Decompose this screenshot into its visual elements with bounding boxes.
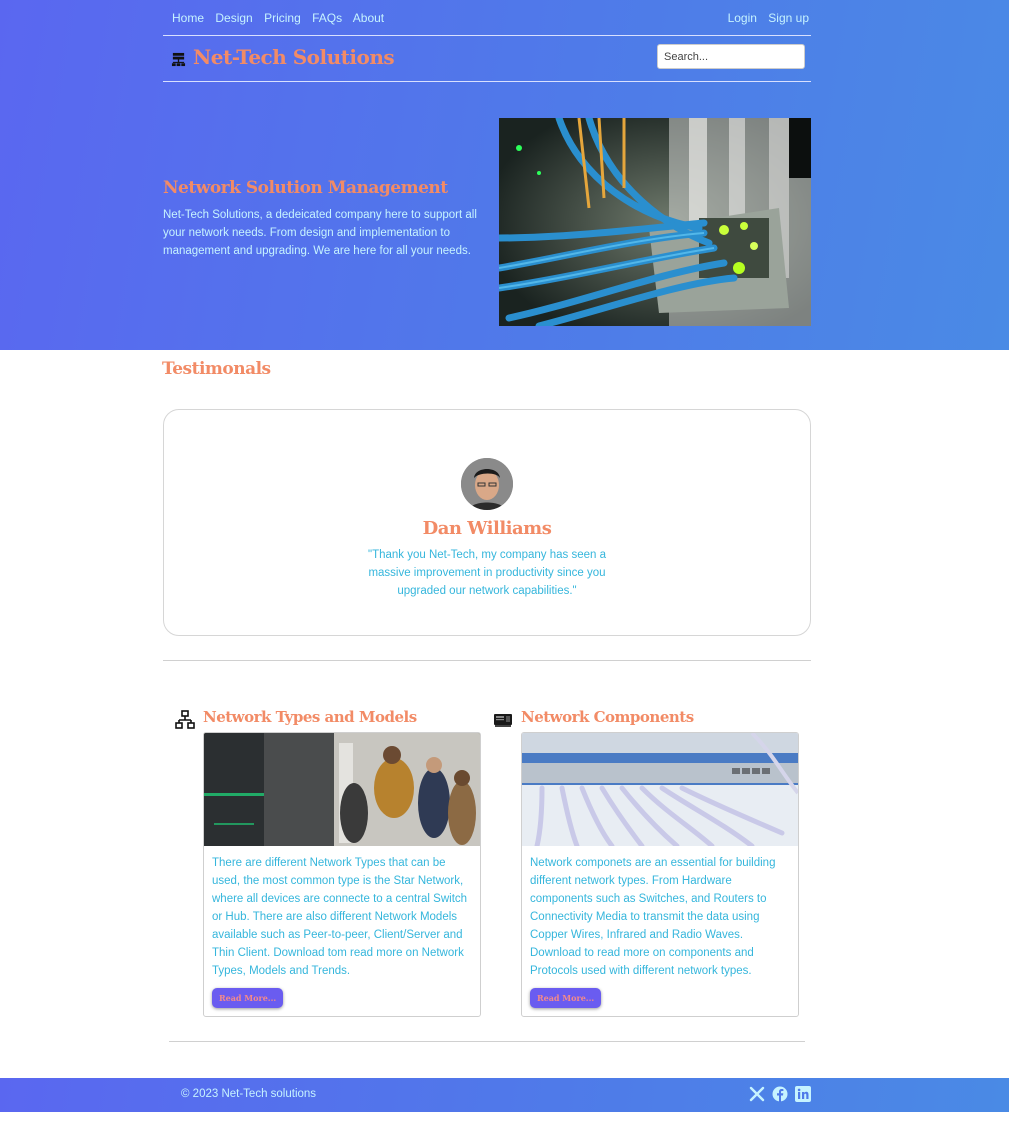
- card-header-network-components: Network Components: [493, 708, 793, 734]
- search-input[interactable]: [657, 44, 805, 69]
- facebook-icon[interactable]: [772, 1086, 788, 1102]
- card-image: [204, 733, 480, 846]
- card-title: Network Components: [521, 708, 694, 726]
- avatar: [461, 458, 513, 510]
- testimonial-card: Dan Williams "Thank you Net-Tech, my com…: [163, 409, 811, 636]
- nav-link-pricing[interactable]: Pricing: [264, 11, 301, 25]
- nav-link-home[interactable]: Home: [172, 11, 204, 25]
- card-image: [522, 733, 798, 846]
- x-icon[interactable]: [749, 1086, 765, 1102]
- card-text: Network componets are an essential for b…: [530, 857, 776, 977]
- testimonials-title: Testimonals: [162, 359, 271, 379]
- hero-image: [499, 118, 811, 326]
- read-more-button[interactable]: Read More...: [212, 988, 284, 1008]
- card-header-network-types: Network Types and Models: [175, 708, 475, 734]
- card-title: Network Types and Models: [203, 708, 417, 726]
- copyright-text: © 2023 Net-Tech solutions: [181, 1088, 317, 1100]
- top-nav: Home Design Pricing FAQs About Login Sig…: [163, 0, 811, 36]
- card-network-types: There are different Network Types that c…: [203, 732, 481, 1017]
- login-link[interactable]: Login: [728, 11, 757, 25]
- brand-name[interactable]: Net-Tech Solutions: [193, 45, 395, 69]
- footer: © 2023 Net-Tech solutions: [0, 1078, 1009, 1112]
- hero-title: Network Solution Management: [163, 178, 448, 198]
- network-card-icon: [494, 714, 512, 727]
- divider: [163, 660, 811, 661]
- card-text: There are different Network Types that c…: [212, 857, 468, 977]
- nav-links: Home Design Pricing FAQs About: [172, 11, 392, 25]
- auth-links: Login Sign up: [720, 11, 809, 25]
- nav-link-faqs[interactable]: FAQs: [312, 11, 342, 25]
- brand-bar: Net-Tech Solutions: [163, 36, 811, 82]
- testimonial-quote: "Thank you Net-Tech, my company has seen…: [367, 549, 607, 597]
- network-diagram-icon: [175, 710, 195, 729]
- divider: [169, 1041, 805, 1042]
- linkedin-icon[interactable]: [795, 1086, 811, 1102]
- network-server-icon: [171, 52, 186, 67]
- nav-link-about[interactable]: About: [353, 11, 384, 25]
- card-network-components: Network componets are an essential for b…: [521, 732, 799, 1017]
- hero-text: Net-Tech Solutions, a dedeicated company…: [163, 209, 477, 257]
- read-more-button[interactable]: Read More...: [530, 988, 602, 1008]
- testimonial-name: Dan Williams: [422, 518, 552, 539]
- nav-link-design[interactable]: Design: [215, 11, 252, 25]
- signup-link[interactable]: Sign up: [768, 11, 809, 25]
- hero-section: Home Design Pricing FAQs About Login Sig…: [0, 0, 1009, 350]
